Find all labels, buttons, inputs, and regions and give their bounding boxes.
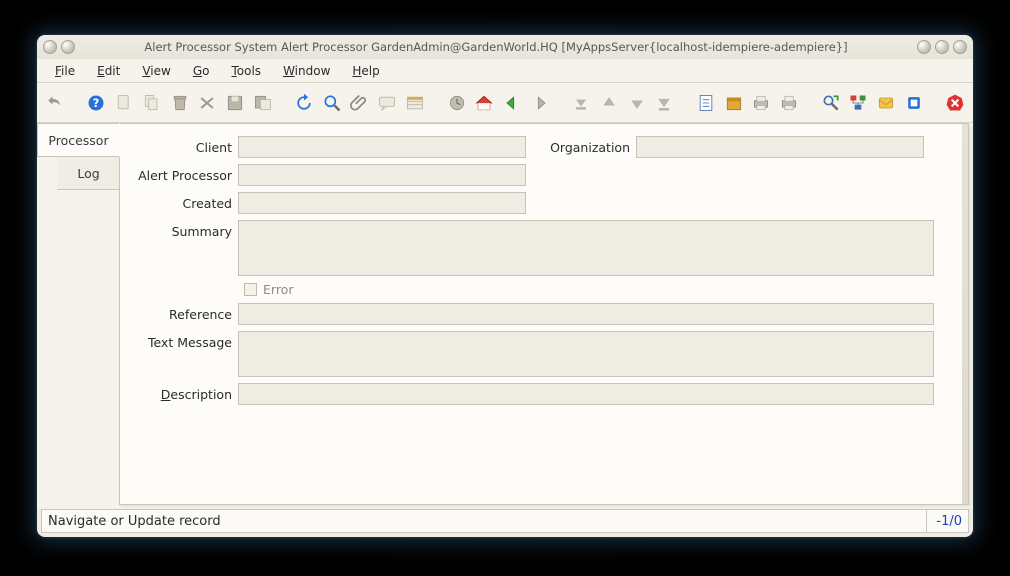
window-sticky-button[interactable] — [61, 40, 75, 54]
text-message-field[interactable] — [238, 331, 934, 377]
error-checkbox[interactable] — [244, 283, 257, 296]
report-icon[interactable] — [694, 91, 718, 115]
delete-selection-icon[interactable] — [195, 91, 219, 115]
new-icon[interactable] — [112, 91, 136, 115]
delete-icon[interactable] — [168, 91, 192, 115]
attachment-icon[interactable] — [348, 91, 372, 115]
menubar: File Edit View Go Tools Window Help — [37, 59, 973, 83]
first-icon[interactable] — [569, 91, 593, 115]
statusbar: Navigate or Update record -1/0 — [41, 509, 969, 533]
vertical-scrollbar[interactable] — [962, 124, 968, 504]
error-label: Error — [263, 282, 293, 297]
client-label: Client — [126, 136, 238, 155]
forward-icon[interactable] — [528, 91, 552, 115]
save-create-icon[interactable] — [251, 91, 275, 115]
zoom-across-icon[interactable] — [819, 91, 843, 115]
created-label: Created — [126, 192, 238, 211]
form-panel: Client Organization Alert Processor Crea… — [119, 123, 969, 505]
requests-icon[interactable] — [874, 91, 898, 115]
chat-icon[interactable] — [375, 91, 399, 115]
alert-processor-label: Alert Processor — [126, 164, 238, 183]
product-info-icon[interactable] — [902, 91, 926, 115]
maximize-button[interactable] — [935, 40, 949, 54]
home-icon[interactable] — [472, 91, 496, 115]
text-message-label: Text Message — [126, 331, 238, 350]
summary-field[interactable] — [238, 220, 934, 276]
workflow-icon[interactable] — [847, 91, 871, 115]
grid-toggle-icon[interactable] — [403, 91, 427, 115]
print-icon[interactable] — [777, 91, 801, 115]
tab-log[interactable]: Log — [57, 156, 119, 190]
status-message: Navigate or Update record — [48, 514, 926, 529]
window-menu-button[interactable] — [43, 40, 57, 54]
organization-label: Organization — [548, 136, 636, 155]
help-icon[interactable]: ? — [85, 91, 109, 115]
menu-window[interactable]: Window — [273, 61, 340, 81]
undo-icon[interactable] — [43, 91, 67, 115]
down-icon[interactable] — [625, 91, 649, 115]
description-field[interactable] — [238, 383, 934, 405]
up-icon[interactable] — [597, 91, 621, 115]
back-icon[interactable] — [500, 91, 524, 115]
history-icon[interactable] — [445, 91, 469, 115]
menu-view[interactable]: View — [132, 61, 180, 81]
alert-processor-field[interactable] — [238, 164, 526, 186]
record-position: -1/0 — [926, 510, 962, 532]
window-title: Alert Processor System Alert Processor G… — [75, 40, 917, 54]
menu-file[interactable]: File — [45, 61, 85, 81]
close-window-button[interactable] — [953, 40, 967, 54]
description-label: Description — [126, 383, 238, 402]
titlebar: Alert Processor System Alert Processor G… — [37, 35, 973, 59]
menu-go[interactable]: Go — [183, 61, 220, 81]
tab-processor[interactable]: Processor — [37, 123, 119, 157]
menu-tools[interactable]: Tools — [221, 61, 271, 81]
archive-icon[interactable] — [722, 91, 746, 115]
minimize-button[interactable] — [917, 40, 931, 54]
organization-field[interactable] — [636, 136, 924, 158]
client-field[interactable] — [238, 136, 526, 158]
vertical-tabs: Processor Log — [37, 123, 119, 509]
copy-icon[interactable] — [140, 91, 164, 115]
svg-text:?: ? — [93, 96, 100, 110]
refresh-icon[interactable] — [292, 91, 316, 115]
app-window: Alert Processor System Alert Processor G… — [37, 35, 973, 537]
print-preview-icon[interactable] — [750, 91, 774, 115]
summary-label: Summary — [126, 220, 238, 239]
toolbar: ? — [37, 83, 973, 123]
close-icon[interactable] — [944, 91, 968, 115]
last-icon[interactable] — [653, 91, 677, 115]
reference-label: Reference — [126, 303, 238, 322]
reference-field[interactable] — [238, 303, 934, 325]
save-icon[interactable] — [223, 91, 247, 115]
menu-edit[interactable]: Edit — [87, 61, 130, 81]
find-icon[interactable] — [320, 91, 344, 115]
created-field[interactable] — [238, 192, 526, 214]
body: Processor Log Client Organization Alert … — [37, 123, 973, 509]
menu-help[interactable]: Help — [342, 61, 389, 81]
